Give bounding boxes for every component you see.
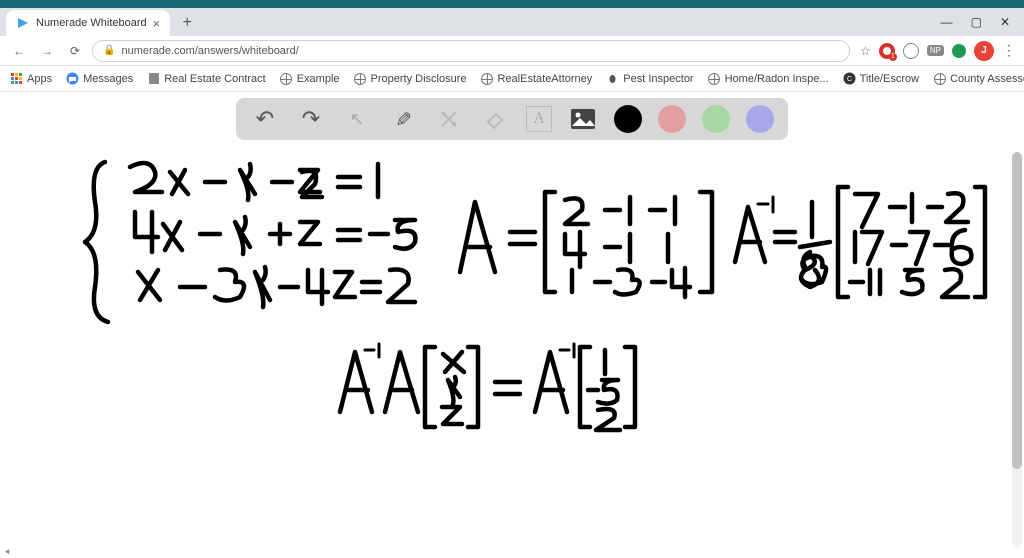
scrollbar-thumb[interactable] [1012, 152, 1022, 469]
bookmark-label: Property Disclosure [371, 73, 467, 85]
escrow-icon: C [843, 72, 856, 85]
whiteboard-content[interactable]: ↶ ↷ ↖ ✎ A [0, 92, 1024, 558]
bookmarks-bar: Apps Messages Real Estate Contract Examp… [0, 66, 1024, 92]
globe-icon [354, 72, 367, 85]
forward-button[interactable]: → [36, 40, 58, 62]
handwriting-layer [0, 92, 1024, 558]
vertical-scrollbar[interactable] [1012, 152, 1022, 548]
bookmark-label: Example [297, 73, 340, 85]
bug-icon [606, 72, 619, 85]
tab-favicon [16, 16, 30, 30]
globe-icon [708, 72, 721, 85]
globe-icon [933, 72, 946, 85]
bookmark-property-disclosure[interactable]: Property Disclosure [354, 72, 467, 85]
bookmark-real-estate-contract[interactable]: Real Estate Contract [147, 72, 266, 85]
profile-avatar[interactable]: J [974, 41, 994, 61]
bookmark-label: Real Estate Contract [164, 73, 266, 85]
address-actions: ☆ NP J ⋮ [856, 41, 1016, 61]
browser-tab[interactable]: Numerade Whiteboard × [6, 10, 170, 36]
messages-icon [66, 72, 79, 85]
omnibox[interactable]: 🔒 numerade.com/answers/whiteboard/ [92, 40, 850, 62]
window-titlebar [0, 0, 1024, 8]
globe-icon [280, 72, 293, 85]
bookmark-label: RealEstateAttorney [498, 73, 593, 85]
tab-title: Numerade Whiteboard [36, 17, 147, 29]
new-tab-button[interactable]: + [176, 12, 198, 34]
bookmark-star-icon[interactable]: ☆ [860, 44, 871, 58]
horizontal-scrollbar[interactable]: ◂ [2, 546, 1010, 556]
browser-menu-icon[interactable]: ⋮ [1002, 42, 1016, 59]
extension-icon-green[interactable] [952, 44, 966, 58]
bookmark-messages[interactable]: Messages [66, 72, 133, 85]
globe-icon [481, 72, 494, 85]
extension-np-badge[interactable]: NP [927, 45, 944, 56]
minimize-button[interactable]: — [941, 15, 953, 29]
tab-close-icon[interactable]: × [153, 17, 161, 30]
back-button[interactable]: ← [8, 40, 30, 62]
scroll-left-arrow[interactable]: ◂ [2, 546, 12, 556]
bookmark-title-escrow[interactable]: C Title/Escrow [843, 72, 920, 85]
apps-label: Apps [27, 73, 52, 85]
close-window-button[interactable]: ✕ [1000, 15, 1010, 29]
apps-icon [10, 72, 23, 85]
reload-button[interactable]: ⟳ [64, 40, 86, 62]
url-text: numerade.com/answers/whiteboard/ [121, 45, 298, 57]
apps-bookmark[interactable]: Apps [10, 72, 52, 85]
bookmark-home-radon[interactable]: Home/Radon Inspe... [708, 72, 829, 85]
tab-strip: Numerade Whiteboard × + — ▢ ✕ [0, 8, 1024, 36]
bookmark-label: Title/Escrow [860, 73, 920, 85]
extension-icon-notifier[interactable] [879, 43, 895, 59]
doc-icon [147, 72, 160, 85]
extension-icon-circle[interactable] [903, 43, 919, 59]
svg-text:C: C [847, 76, 852, 83]
window-controls: — ▢ ✕ [941, 8, 1024, 36]
maximize-button[interactable]: ▢ [971, 15, 982, 29]
lock-icon: 🔒 [103, 45, 115, 56]
bookmark-pest-inspector[interactable]: Pest Inspector [606, 72, 693, 85]
bookmark-label: County Assessor [950, 73, 1024, 85]
bookmark-label: Messages [83, 73, 133, 85]
bookmark-label: Home/Radon Inspe... [725, 73, 829, 85]
address-bar-row: ← → ⟳ 🔒 numerade.com/answers/whiteboard/… [0, 36, 1024, 66]
bookmark-real-estate-attorney[interactable]: RealEstateAttorney [481, 72, 593, 85]
bookmark-county-assessor[interactable]: County Assessor [933, 72, 1024, 85]
bookmark-label: Pest Inspector [623, 73, 693, 85]
bookmark-example[interactable]: Example [280, 72, 340, 85]
